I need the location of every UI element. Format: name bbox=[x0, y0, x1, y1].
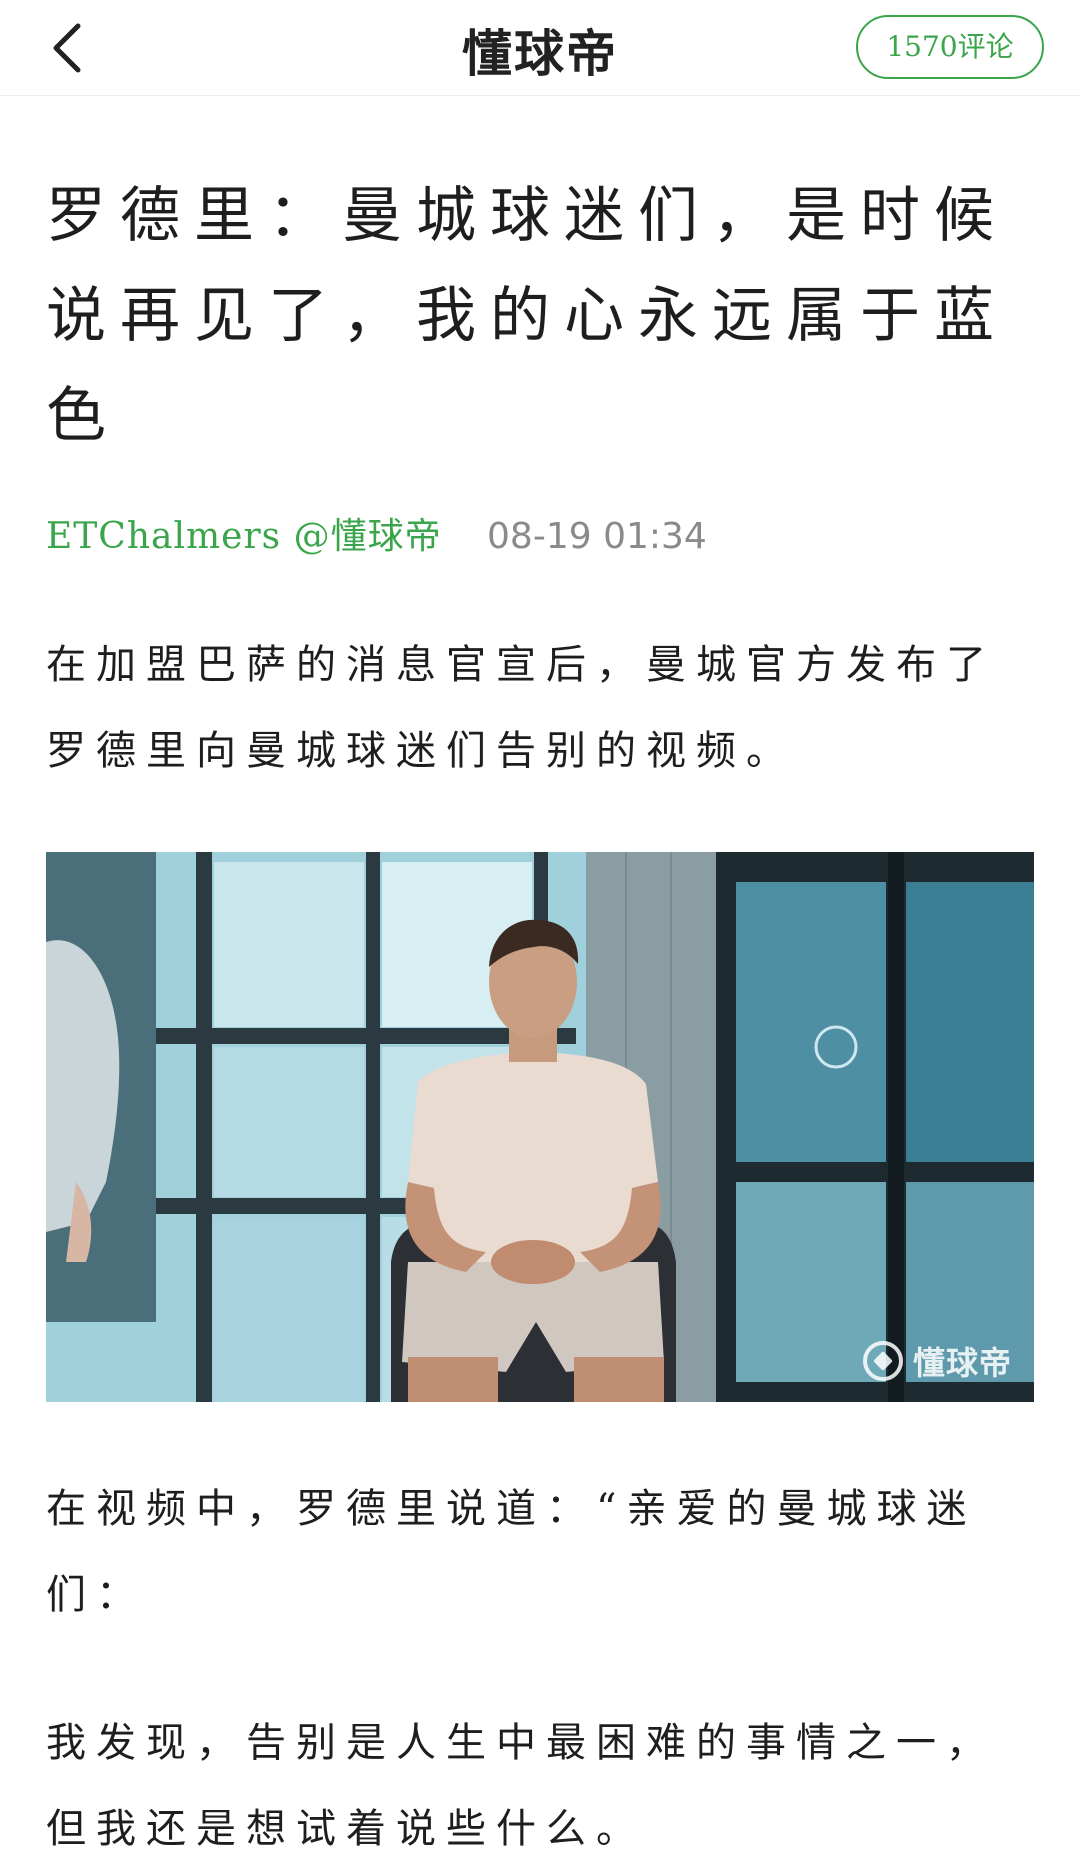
article-paragraph: 我发现，告别是人生中最困难的事情之一，但我还是想试着说些什么。 bbox=[46, 1720, 996, 1852]
article-title: 罗德里：曼城球迷们，是时候说再见了，我的心永远属于蓝色 bbox=[46, 181, 1008, 451]
comments-button[interactable]: 1570评论 bbox=[856, 15, 1044, 79]
dongqiudi-logo-icon bbox=[862, 1341, 903, 1381]
video-player[interactable]: 懂球帝 bbox=[46, 852, 1034, 1402]
byline: ETChalmers @懂球帝 08-19 01:34 bbox=[46, 512, 707, 562]
top-bar: 懂球帝 1570评论 bbox=[0, 0, 1080, 96]
video-watermark: 懂球帝 bbox=[862, 1338, 1012, 1384]
article-paragraph: 在视频中，罗德里说道：“亲爱的曼城球迷们： bbox=[46, 1486, 977, 1618]
author-link[interactable]: ETChalmers @懂球帝 bbox=[46, 516, 442, 557]
article-paragraph: 在加盟巴萨的消息官宣后，曼城官方发布了罗德里向曼城球迷们告别的视频。 bbox=[46, 642, 996, 774]
video-thumbnail bbox=[46, 852, 1034, 1402]
watermark-text: 懂球帝 bbox=[912, 1344, 1012, 1382]
publish-timestamp: 08-19 01:34 bbox=[487, 516, 707, 557]
